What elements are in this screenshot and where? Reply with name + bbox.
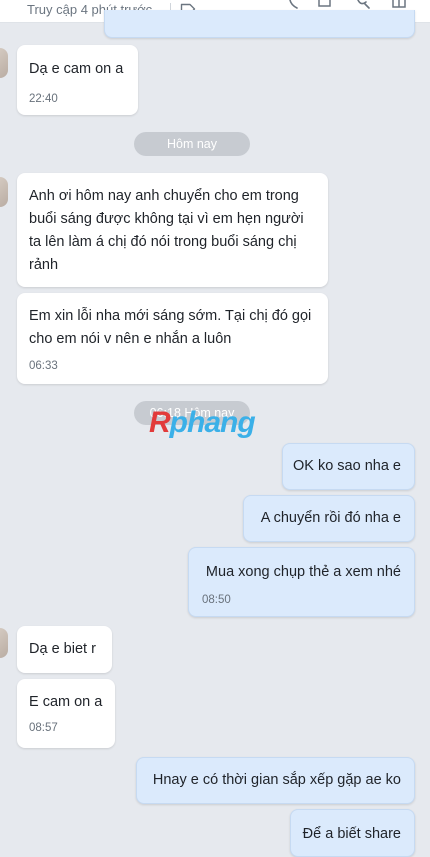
message-text: Dạ e cam on a xyxy=(29,61,124,77)
message-text: OK ko sao nha e xyxy=(292,458,401,474)
message-text: Mua xong chụp thẻ a xem nhé xyxy=(205,564,401,580)
message-time: 08:50 xyxy=(202,594,231,606)
message-text: Để a biết share xyxy=(302,826,401,842)
message-bubble[interactable]: Để a biết share xyxy=(290,809,415,857)
message-bubble[interactable]: Dạ e biet r xyxy=(17,626,112,673)
phone-icon[interactable] xyxy=(288,0,302,10)
message-bubble-previous xyxy=(104,10,415,38)
layout-icon[interactable] xyxy=(392,0,406,10)
message-bubble[interactable]: Anh ơi hôm nay anh chuyển cho em trong b… xyxy=(17,173,328,287)
message-bubble[interactable]: Em xin lỗi nha mới sáng sớm. Tại chị đó … xyxy=(17,293,328,384)
watermark-logo-text: phang xyxy=(169,406,256,439)
message-text: Dạ e biet r xyxy=(29,641,96,657)
watermark-logo: Rphang xyxy=(149,405,256,441)
message-bubble[interactable]: Mua xong chụp thẻ a xem nhé 08:50 xyxy=(188,547,415,617)
message-bubble[interactable]: Hnay e có thời gian sắp xếp gặp ae ko xyxy=(136,757,415,804)
contact-avatar[interactable] xyxy=(0,48,8,78)
message-text: E cam on a xyxy=(29,694,103,710)
message-text: Em xin lỗi nha mới sáng sớm. Tại chị đó … xyxy=(29,308,312,347)
watermark-logo-r: R xyxy=(149,406,171,439)
search-icon[interactable] xyxy=(356,0,370,10)
message-time: 22:40 xyxy=(29,93,58,105)
contact-avatar[interactable] xyxy=(0,628,8,658)
message-time: 08:57 xyxy=(29,722,58,734)
message-bubble[interactable]: Dạ e cam on a 22:40 xyxy=(17,45,138,115)
video-icon[interactable] xyxy=(318,0,332,10)
message-text: Anh ơi hôm nay anh chuyển cho em trong b… xyxy=(29,188,304,273)
message-bubble[interactable]: A chuyển rồi đó nha e xyxy=(243,495,415,542)
message-bubble[interactable]: OK ko sao nha e xyxy=(282,443,415,490)
message-text: Hnay e có thời gian sắp xếp gặp ae ko xyxy=(152,772,401,788)
contact-avatar[interactable] xyxy=(0,177,8,207)
date-divider: Hôm nay xyxy=(134,132,250,156)
message-time: 06:33 xyxy=(29,360,58,372)
message-text: A chuyển rồi đó nha e xyxy=(260,510,401,526)
message-bubble[interactable]: E cam on a 08:57 xyxy=(17,679,115,748)
